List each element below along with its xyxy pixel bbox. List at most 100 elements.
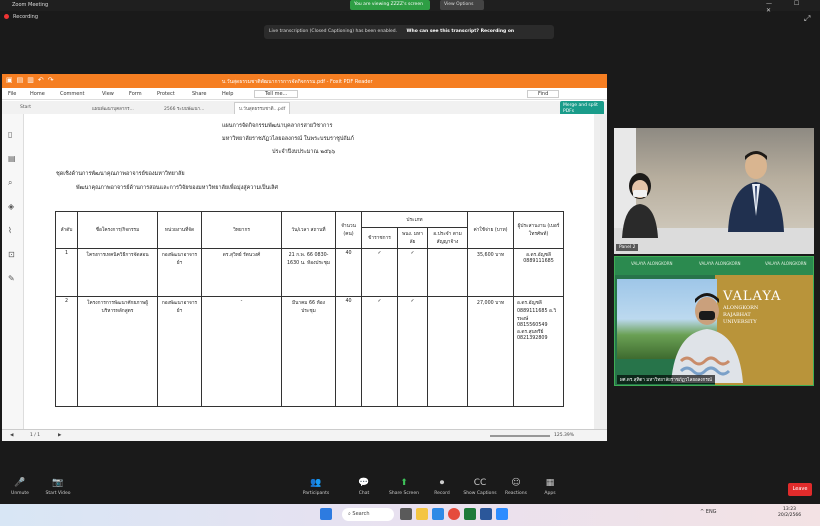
tab-start[interactable]: Start bbox=[20, 105, 31, 110]
screen-share-banner[interactable]: You are viewing ZZZZ's screen bbox=[350, 0, 430, 10]
cell-unit: กองพัฒนาอาจารย์ฯ bbox=[157, 296, 202, 407]
unmute-button[interactable]: 🎤 Unmute bbox=[0, 478, 40, 496]
chat-label: Chat bbox=[358, 491, 370, 496]
cell-coordinator: อ.ดร.อัญชลี 0889111685 อ.วิรพงษ์ 0815560… bbox=[513, 296, 564, 407]
col-type-staff: พนง. มหาลัย bbox=[397, 227, 428, 249]
menu-share[interactable]: Share bbox=[192, 91, 206, 97]
window-controls[interactable]: — ☐ ✕ bbox=[760, 0, 820, 14]
cell-project: โครงการการพัฒนาศักยภาพผู้บริหารหลักสูตร bbox=[77, 296, 158, 407]
tell-me-input[interactable]: Tell me... bbox=[254, 90, 299, 98]
unmute-label: Unmute bbox=[11, 491, 29, 496]
leave-button[interactable]: Leave bbox=[788, 483, 812, 496]
attachment-icon[interactable]: ⌇ bbox=[8, 226, 12, 235]
start-icon[interactable] bbox=[320, 508, 332, 520]
view-options-button[interactable]: View Options bbox=[440, 0, 484, 10]
taskbar-clock[interactable]: 13:23 20/2/2566 bbox=[778, 507, 801, 519]
show-captions-label: Show Captions bbox=[463, 491, 497, 496]
foxit-title-bar: ▣▤▥↶↷ บ.วันสุดธรรมชาติพัฒนาการการจัดกิจก… bbox=[2, 74, 607, 88]
foxit-document-title: บ.วันสุดธรรมชาติพัฒนาการการจัดกิจกรรม.pd… bbox=[222, 79, 373, 85]
participant-man bbox=[728, 151, 784, 232]
fullscreen-icon[interactable]: ⤢ bbox=[804, 14, 814, 24]
find-input[interactable]: Find bbox=[527, 90, 560, 98]
pdf-scrollbar[interactable] bbox=[594, 114, 607, 429]
cell-check-civil: ✓ bbox=[361, 248, 398, 297]
table-row: 1 โครงการเทคนิควิธีการจัดสอน กองพัฒนาอาจ… bbox=[55, 248, 564, 297]
participants-button[interactable]: 👥 Participants bbox=[296, 478, 336, 496]
col-datetime: วัน/เวลา สถานที่ bbox=[281, 211, 336, 249]
reactions-label: Reactions bbox=[505, 491, 527, 496]
apps-label: Apps bbox=[544, 491, 556, 496]
start-video-button[interactable]: 📷 Start Video bbox=[38, 478, 78, 496]
page-indicator[interactable]: 1 / 1 bbox=[30, 433, 40, 438]
task-view-icon[interactable] bbox=[400, 508, 412, 520]
edge-icon[interactable] bbox=[432, 508, 444, 520]
doc-section-2: พัฒนาคุณภาพอาจารย์ด้านการสอนและการวิจัยข… bbox=[76, 185, 278, 191]
lock-icon[interactable]: ⊡ bbox=[8, 250, 15, 259]
menu-form[interactable]: Form bbox=[129, 91, 142, 97]
zoom-level[interactable]: 125.39% bbox=[554, 433, 574, 438]
tab-doc-1[interactable]: แผนพัฒนาบุคลากร... bbox=[92, 105, 134, 112]
col-cost: ค่าใช้จ่าย (บาท) bbox=[467, 211, 514, 249]
word-icon[interactable] bbox=[480, 508, 492, 520]
menu-protect[interactable]: Protect bbox=[157, 91, 175, 97]
activity-table: ลำดับ ชื่อโครงการ/กิจกรรม หน่วยงานที่จัด… bbox=[55, 211, 564, 407]
transcript-text: Live transcription (Closed Captioning) h… bbox=[269, 29, 398, 34]
cell-no: 2 bbox=[55, 296, 78, 407]
transcript-notice: Live transcription (Closed Captioning) h… bbox=[264, 25, 554, 39]
recording-indicator: Recording bbox=[4, 14, 64, 24]
pages-icon[interactable]: ▤ bbox=[8, 154, 16, 163]
menu-home[interactable]: Home bbox=[30, 91, 45, 97]
foxit-status-bar: ◀ 1 / 1 ▶ 125.39% bbox=[2, 429, 607, 441]
banner-text-3: VALAYA ALONGKORN bbox=[765, 261, 807, 266]
start-video-label: Start Video bbox=[45, 491, 71, 496]
zoom-app-icon[interactable] bbox=[496, 508, 508, 520]
menu-comment[interactable]: Comment bbox=[60, 91, 85, 97]
cell-speaker: - bbox=[201, 296, 282, 407]
nav-next-icon[interactable]: ▶ bbox=[58, 433, 61, 438]
participant-man-mask bbox=[671, 293, 743, 383]
cell-check-civil: ✓ bbox=[361, 296, 398, 407]
share-screen-button[interactable]: ⬆ Share Screen bbox=[384, 478, 424, 496]
col-project: ชื่อโครงการ/กิจกรรม bbox=[77, 211, 158, 249]
layers-icon[interactable]: ◈ bbox=[8, 202, 14, 211]
microphone-icon: 🎤 bbox=[14, 478, 26, 488]
table-row: 2 โครงการการพัฒนาศักยภาพผู้บริหารหลักสูต… bbox=[55, 296, 564, 407]
transcript-link[interactable]: Who can see this transcript? Recording o… bbox=[407, 29, 515, 34]
system-tray[interactable]: ^ ENG bbox=[700, 509, 717, 515]
apps-button[interactable]: ▦ Apps bbox=[530, 478, 570, 496]
search-icon[interactable]: ⌕ bbox=[8, 178, 12, 188]
quick-access-icons[interactable]: ▣▤▥↶↷ bbox=[6, 76, 58, 84]
col-type-civil: ข้าราชการ bbox=[361, 227, 398, 249]
taskbar-search[interactable]: ⌕ Search bbox=[342, 508, 394, 521]
bookmark-icon[interactable]: ▯ bbox=[8, 130, 12, 139]
cell-check-staff: ✓ bbox=[397, 248, 428, 297]
menu-view[interactable]: View bbox=[102, 91, 114, 97]
record-button[interactable]: ⏺ Record bbox=[422, 478, 462, 496]
foxit-menu-bar: File Home Comment View Form Protect Shar… bbox=[2, 88, 607, 100]
show-captions-button[interactable]: CC Show Captions bbox=[460, 478, 500, 496]
file-explorer-icon[interactable] bbox=[416, 508, 428, 520]
excel-icon[interactable] bbox=[464, 508, 476, 520]
foxit-window: ▣▤▥↶↷ บ.วันสุดธรรมชาติพัฒนาการการจัดกิจก… bbox=[2, 74, 607, 441]
doc-heading-2: มหาวิทยาลัยราชภัฏวไลยอลงกรณ์ ในพระบรมราช… bbox=[222, 136, 354, 142]
cell-cost: 35,600 บาท bbox=[467, 248, 514, 297]
chat-button[interactable]: 💬 Chat bbox=[344, 478, 384, 496]
foxit-tab-bar: Start แผนพัฒนาบุคลากร... 2566 ระบบพัฒนา.… bbox=[2, 101, 607, 114]
video-tile-2[interactable]: VALAYA ALONGKORN VALAYA ALONGKORN VALAYA… bbox=[614, 256, 814, 386]
cell-project: โครงการเทคนิควิธีการจัดสอน bbox=[77, 248, 158, 297]
tile-banner: VALAYA ALONGKORN VALAYA ALONGKORN VALAYA… bbox=[615, 257, 813, 275]
menu-help[interactable]: Help bbox=[222, 91, 233, 97]
zoom-slider[interactable] bbox=[490, 435, 550, 437]
col-coordinator: ผู้ประสานงาน (เบอร์โทรศัพท์) bbox=[513, 211, 564, 249]
captions-icon: CC bbox=[473, 478, 487, 488]
tab-doc-active[interactable]: บ.วันสุดธรรมชาติ...pdf bbox=[234, 102, 291, 114]
menu-file[interactable]: File bbox=[8, 91, 16, 97]
signature-icon[interactable]: ✎ bbox=[8, 274, 15, 283]
cell-no: 1 bbox=[55, 248, 78, 297]
chrome-icon[interactable] bbox=[448, 508, 460, 520]
video-tile-1[interactable]: Panel 2 bbox=[614, 128, 814, 254]
tab-doc-2[interactable]: 2566 ระบบพัฒนา... bbox=[164, 105, 204, 112]
cell-datetime: 21 ก.พ. 66 0830-1630 น. ห้องประชุม bbox=[281, 248, 336, 297]
nav-prev-icon[interactable]: ◀ bbox=[10, 433, 13, 438]
recording-label: Recording bbox=[13, 14, 39, 20]
